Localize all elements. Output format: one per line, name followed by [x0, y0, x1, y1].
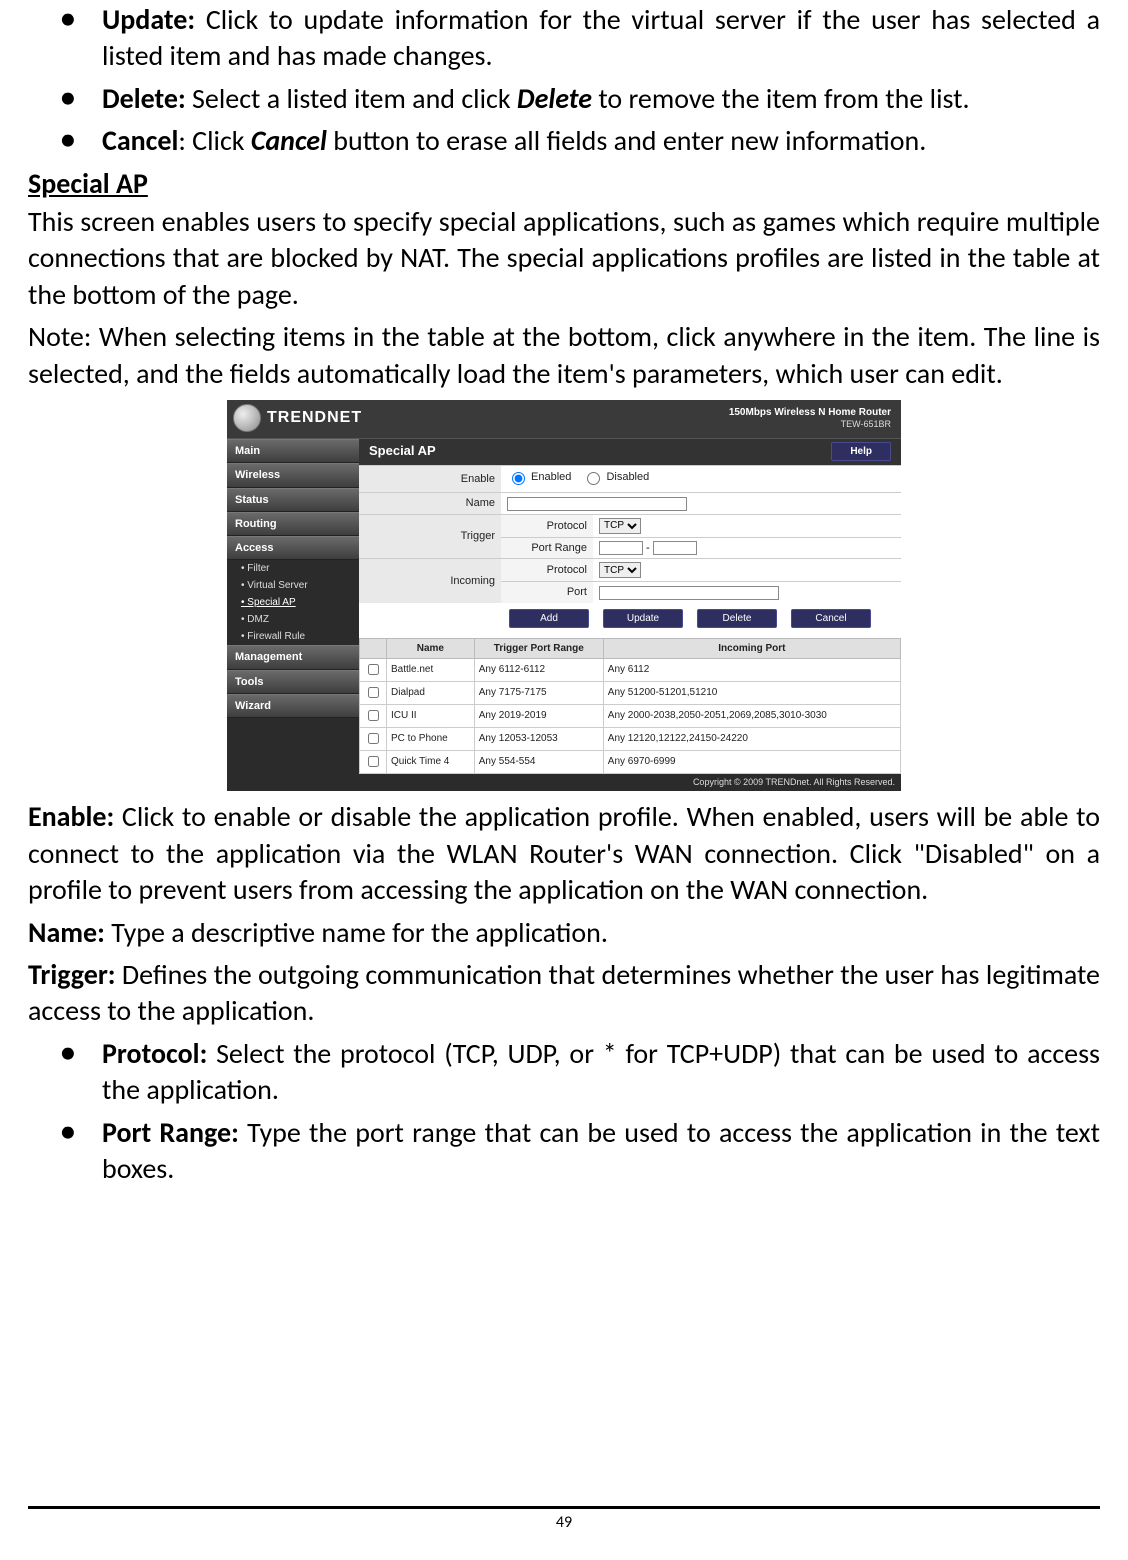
- bullet-update: Update: Click to update information for …: [28, 2, 1100, 75]
- row-checkbox[interactable]: [368, 687, 379, 698]
- th-incoming-port: Incoming Port: [603, 638, 900, 658]
- bullet-protocol: Protocol: Select the protocol (TCP, UDP,…: [28, 1036, 1100, 1109]
- row-checkbox[interactable]: [368, 664, 379, 675]
- row-checkbox[interactable]: [368, 733, 379, 744]
- row-checkbox[interactable]: [368, 756, 379, 767]
- brand-name: TRENDNET: [267, 408, 362, 429]
- nav-management[interactable]: Management: [227, 645, 359, 669]
- bullet-cancel: Cancel: Click Cancel button to erase all…: [28, 123, 1100, 159]
- nav-main[interactable]: Main: [227, 439, 359, 463]
- trigger-port-start[interactable]: [599, 541, 643, 555]
- bullet-cancel-label: Cancel: [102, 123, 178, 158]
- name-input[interactable]: [507, 497, 687, 511]
- nav-routing[interactable]: Routing: [227, 512, 359, 536]
- form-name-label: Name: [359, 493, 501, 515]
- bullet-protocol-label: Protocol:: [102, 1036, 207, 1071]
- update-button[interactable]: Update: [603, 609, 683, 628]
- enable-desc: Enable: Click to enable or disable the a…: [28, 799, 1100, 908]
- nav-wireless[interactable]: Wireless: [227, 463, 359, 487]
- model-line1: 150Mbps Wireless N Home Router: [729, 406, 891, 419]
- trigger-label: Trigger:: [28, 957, 116, 992]
- table-row[interactable]: Battle.net Any 6112-6112 Any 6112: [360, 658, 901, 681]
- table-row[interactable]: ICU II Any 2019-2019 Any 2000-2038,2050-…: [360, 704, 901, 727]
- add-button[interactable]: Add: [509, 609, 589, 628]
- router-header: TRENDNET 150Mbps Wireless N Home Router …: [227, 400, 901, 439]
- form-incoming-port-label: Port: [501, 582, 593, 603]
- bullet-delete: Delete: Select a listed item and click D…: [28, 81, 1100, 117]
- model-line2: TEW-651BR: [729, 419, 891, 431]
- incoming-port-input[interactable]: [599, 586, 779, 600]
- special-ap-heading: Special AP: [28, 166, 1100, 202]
- bullet-cancel-strong: Cancel: [251, 123, 327, 158]
- nav-status[interactable]: Status: [227, 488, 359, 512]
- panel-title: Special AP: [369, 443, 436, 460]
- table-row[interactable]: PC to Phone Any 12053-12053 Any 12120,12…: [360, 727, 901, 750]
- enable-radio-enabled[interactable]: Enabled: [507, 469, 571, 485]
- cancel-button[interactable]: Cancel: [791, 609, 871, 628]
- th-trigger-port-range: Trigger Port Range: [474, 638, 603, 658]
- router-copyright: Copyright © 2009 TRENDnet. All Rights Re…: [227, 774, 901, 792]
- bullet-update-label: Update:: [102, 2, 195, 37]
- router-screenshot: TRENDNET 150Mbps Wireless N Home Router …: [227, 400, 901, 791]
- profiles-table: Name Trigger Port Range Incoming Port Ba…: [359, 638, 901, 774]
- form-trigger-protocol-label: Protocol: [501, 514, 593, 537]
- router-nav: Main Wireless Status Routing Access • Fi…: [227, 439, 359, 774]
- nav-sub-special-ap[interactable]: • Special AP: [227, 594, 359, 611]
- nav-wizard[interactable]: Wizard: [227, 694, 359, 718]
- trigger-protocol-select[interactable]: TCP: [599, 518, 641, 534]
- page-number: 49: [556, 1513, 572, 1532]
- form-incoming-protocol-label: Protocol: [501, 559, 593, 582]
- nav-sub-filter[interactable]: • Filter: [227, 560, 359, 577]
- nav-access[interactable]: Access: [227, 536, 359, 560]
- special-ap-para1: This screen enables users to specify spe…: [28, 204, 1100, 313]
- enable-radio-disabled[interactable]: Disabled: [582, 469, 649, 485]
- incoming-protocol-select[interactable]: TCP: [599, 562, 641, 578]
- form-trigger-portrange-label: Port Range: [501, 537, 593, 559]
- table-row[interactable]: Dialpad Any 7175-7175 Any 51200-51201,51…: [360, 681, 901, 704]
- enable-label: Enable:: [28, 799, 114, 834]
- bullet-delete-label: Delete:: [102, 81, 186, 116]
- page-footer: 49: [28, 1506, 1100, 1532]
- name-desc: Name: Type a descriptive name for the ap…: [28, 915, 1100, 951]
- delete-button[interactable]: Delete: [697, 609, 777, 628]
- form-trigger-label: Trigger: [359, 514, 501, 559]
- form-incoming-label: Incoming: [359, 559, 501, 603]
- bullet-port-range-label: Port Range:: [102, 1115, 239, 1150]
- trigger-port-end[interactable]: [653, 541, 697, 555]
- nav-sub-firewall-rule[interactable]: • Firewall Rule: [227, 628, 359, 645]
- bullet-delete-strong: Delete: [517, 81, 592, 116]
- bullet-update-text: Click to update information for the virt…: [102, 2, 1100, 73]
- nav-sub-dmz[interactable]: • DMZ: [227, 611, 359, 628]
- nav-tools[interactable]: Tools: [227, 670, 359, 694]
- brand-logo-icon: [233, 404, 261, 432]
- nav-sub-virtual-server[interactable]: • Virtual Server: [227, 577, 359, 594]
- th-name: Name: [387, 638, 475, 658]
- special-ap-para2: Note: When selecting items in the table …: [28, 319, 1100, 392]
- form-enable-label: Enable: [359, 465, 501, 492]
- help-button[interactable]: Help: [831, 442, 891, 461]
- bullet-port-range: Port Range: Type the port range that can…: [28, 1115, 1100, 1188]
- trigger-desc: Trigger: Defines the outgoing communicat…: [28, 957, 1100, 1030]
- name-label: Name:: [28, 915, 105, 950]
- table-row[interactable]: Quick Time 4 Any 554-554 Any 6970-6999: [360, 750, 901, 773]
- row-checkbox[interactable]: [368, 710, 379, 721]
